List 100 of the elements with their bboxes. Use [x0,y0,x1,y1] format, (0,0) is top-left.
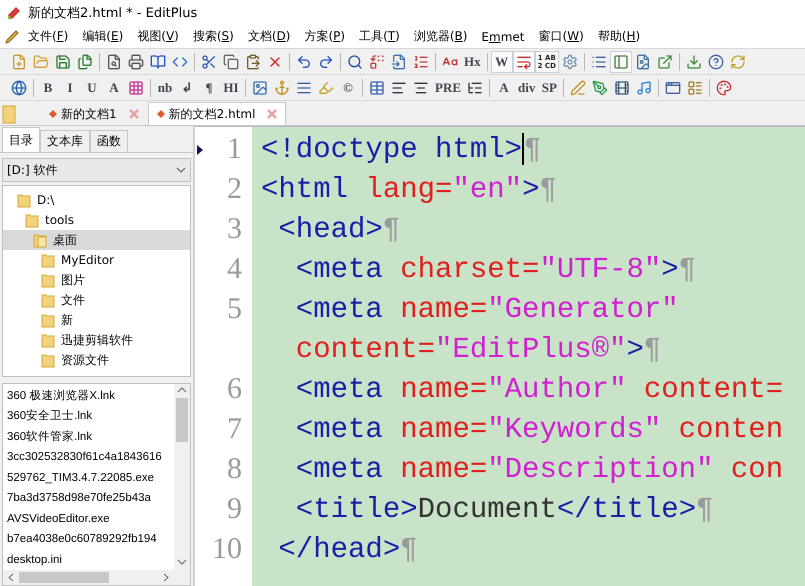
tree-item[interactable]: 新 [3,310,190,330]
menu-item[interactable]: 窗口(W) [532,26,590,47]
tree-item[interactable]: 桌面 [3,230,190,250]
toolbar-button[interactable]: Hx [461,50,484,72]
window-icon [665,80,682,96]
code-editor[interactable] [195,126,805,586]
drive-dropdown[interactable]: [D:] 软件 [2,158,191,182]
code-token: name= [399,412,488,446]
toolbar-button[interactable]: A [103,76,125,98]
file-item[interactable]: 7ba3d3758d98e70fe25b43a [7,488,174,509]
toolbar-button[interactable]: ¶ [198,76,220,98]
code-token: name= [399,292,488,326]
tree-item[interactable]: MyEditor [3,250,190,270]
undo-icon [296,54,312,70]
menu-item[interactable]: 文档(D) [242,26,296,47]
paste-icon [245,54,261,70]
menu-item[interactable]: 视图(V) [131,26,185,47]
code-token: "EditPlus®" [435,332,626,366]
globe-icon [11,80,27,96]
window-title: 新的文档2.html * - EditPlus [28,4,198,22]
menu-item[interactable]: 方案(P) [298,26,352,47]
tree-item[interactable]: 迅捷剪辑软件 [3,330,190,350]
toolbar-button[interactable]: ↲ [176,76,198,98]
vertical-scrollbar[interactable] [174,384,190,570]
form-icon [687,80,704,96]
help-icon [708,54,724,70]
menu-item[interactable]: 编辑(E) [76,26,130,47]
code-token: <html [261,172,348,206]
line-number: 4 [226,251,243,287]
menu-item[interactable]: 文件(F) [22,26,74,47]
toolbar-button[interactable]: W [490,50,513,72]
file-item[interactable]: 360软件管家.lnk [7,426,174,448]
folder-icon [41,252,55,268]
document-tab[interactable]: 新的文档2.html [148,102,286,125]
new-file-icon [11,54,27,70]
anchor-icon [274,80,290,96]
sidebar-tab[interactable]: 目录 [2,127,40,152]
menu-item[interactable]: 帮助(H) [592,26,646,47]
line-number: 7 [226,411,243,447]
word-wrap-button[interactable] [512,50,535,72]
toolbar-button[interactable]: SP [538,76,560,98]
align-left-icon [391,80,407,96]
chevron-down-icon [176,167,186,173]
tree-item[interactable]: 资源文件 [3,350,190,370]
line-number: 2 [226,171,243,207]
toolbar-button[interactable]: © [337,76,359,98]
toolbar-button[interactable]: PRE [432,76,464,98]
file-item[interactable]: 360 极速浏览器X.lnk [7,386,174,406]
tree-item[interactable]: 文件 [3,290,190,310]
pilcrow-mark: ¶ [382,212,400,246]
code-token: "Description" [487,452,714,486]
diamond-icon [156,110,165,118]
menu-item[interactable]: 搜索(S) [186,26,240,47]
menu-item[interactable]: Emmet [475,28,530,46]
file-item[interactable]: AVSVideoEditor.exe [7,508,174,530]
menu-item[interactable]: 工具(T) [353,26,406,47]
scroll-thumb[interactable] [176,398,188,442]
file-item[interactable]: 360安全卫士.lnk [7,406,174,427]
toolbar-button[interactable]: A [493,76,515,98]
save-icon [55,54,71,70]
code-token: content= [294,332,436,366]
code-token: lang= [364,172,452,206]
file-item[interactable]: 3cc302532830f61c4a1843616 [7,447,174,468]
file-item[interactable]: b7ea4038e0c60789292fb194 [7,529,174,550]
sidebar-tab[interactable]: 文本库 [40,130,90,152]
color-grid-icon [128,80,144,96]
toolbar-button[interactable]: I [59,76,81,98]
line-number: 1 [226,131,243,167]
horizontal-scrollbar[interactable] [3,570,190,585]
tree-item[interactable]: tools [3,210,190,230]
code-token: </head> [277,532,400,566]
toolbar-button[interactable]: div [515,76,538,98]
toolbar-button[interactable]: U [81,76,103,98]
pencil-icon [4,28,20,44]
file-item[interactable]: 529762_TIM3.4.7.22085.exe [7,468,174,488]
replace-icon [369,54,385,70]
scroll-thumb[interactable] [19,572,109,583]
menu-item[interactable]: 浏览器(B) [408,26,474,47]
sidebar-tab[interactable]: 函数 [90,130,128,152]
bullet-list-icon [467,80,483,96]
tab-label: 新的文档1 [61,106,117,122]
music-note-icon [636,80,652,96]
pilcrow-mark: ¶ [678,252,696,286]
numbered-list-icon [413,54,429,70]
pilcrow-mark: ¶ [524,132,542,166]
tree-item[interactable]: 图片 [3,270,190,290]
current-line-marker-icon [197,145,203,155]
open-folder-icon [33,232,47,248]
code-token: charset= [399,252,540,286]
code-token: <meta [294,372,383,406]
toolbar-button[interactable]: B [37,76,59,98]
toolbar-button[interactable]: HI [220,76,242,98]
toolbar-button[interactable]: nb [154,76,176,98]
tree-item[interactable]: D:\ [3,190,190,210]
document-tab[interactable]: 新的文档1 [40,102,148,125]
file-item[interactable]: desktop.ini [7,550,174,570]
line-number: 10 [211,531,243,567]
panel-button[interactable] [610,50,632,72]
code-token: con [730,452,784,486]
tab-label: 新的文档2.html [168,106,256,122]
